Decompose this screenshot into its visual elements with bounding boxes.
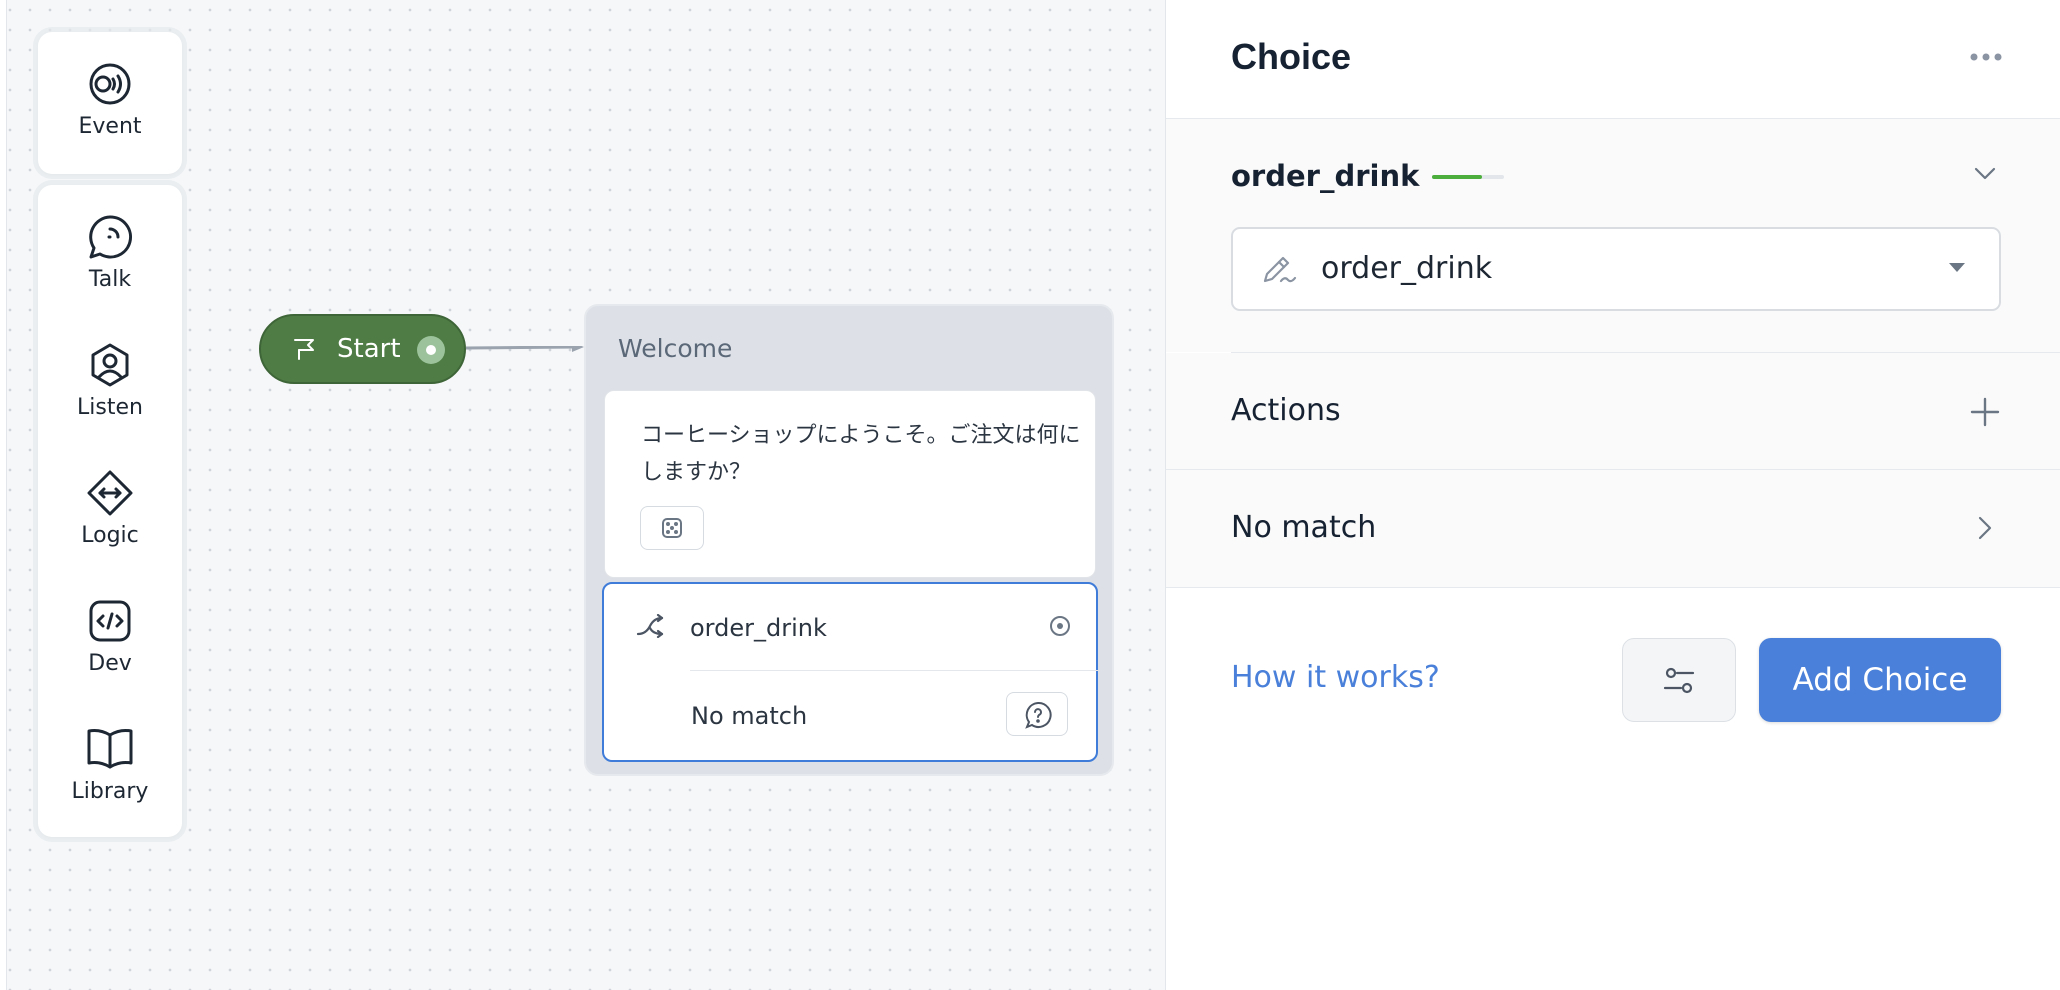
intent-section: order_drink order_drink: [1166, 119, 2060, 352]
speak-step-text: コーヒーショップにようこそ。ご注文は何にしますか？: [641, 423, 1081, 485]
choice-intent-row[interactable]: order_drink: [604, 584, 1096, 670]
chevron-down-icon[interactable]: [1974, 167, 1996, 181]
start-node[interactable]: Start: [259, 314, 466, 384]
toolbar-item-library[interactable]: Library: [38, 725, 182, 804]
choice-intent-name: order_drink: [690, 614, 827, 642]
toolbar-dev-label: Dev: [88, 651, 132, 676]
toolbar-logic-label: Logic: [81, 523, 139, 548]
toolbar-item-dev[interactable]: Dev: [38, 597, 182, 676]
panel-title: Choice: [1231, 36, 1352, 77]
shuffle-icon: [636, 614, 664, 638]
randomize-button[interactable]: [640, 506, 704, 550]
settings-button[interactable]: [1622, 638, 1736, 722]
logic-diamond-icon: [87, 470, 133, 516]
toolbar-library-label: Library: [71, 779, 149, 804]
toolbar-item-talk[interactable]: Talk: [38, 213, 182, 292]
caret-down-icon: [1949, 263, 1965, 272]
intent-select[interactable]: order_drink: [1231, 227, 2001, 311]
no-match-help-button[interactable]: [1006, 692, 1068, 736]
intent-progress-fill: [1432, 175, 1483, 179]
choice-divider: [690, 670, 1098, 671]
toolbar-main-card: Talk Listen Logic Dev Library: [38, 185, 182, 837]
block-title: Welcome: [618, 334, 733, 363]
panel-footer: How it works? Add Choice: [1166, 588, 2060, 990]
canvas-left-edge: [0, 0, 7, 990]
toolbar-item-listen[interactable]: Listen: [38, 341, 182, 420]
event-broadcast-icon: [89, 63, 131, 105]
start-output-port[interactable]: [417, 336, 445, 364]
start-node-label: Start: [337, 334, 401, 364]
plus-icon[interactable]: [1970, 397, 2000, 427]
actions-label: Actions: [1231, 393, 1341, 428]
toolbar-event-label: Event: [78, 114, 142, 139]
choice-no-match-label: No match: [691, 702, 808, 730]
intent-section-title: order_drink: [1231, 159, 1420, 193]
book-icon: [87, 729, 133, 769]
welcome-block[interactable]: Welcome コーヒーショップにようこそ。ご注文は何にしますか？ order_…: [584, 304, 1114, 776]
add-choice-button[interactable]: Add Choice: [1759, 638, 2001, 722]
choice-output-port[interactable]: [1050, 616, 1070, 636]
toolbar-event-card: Event: [38, 32, 182, 174]
more-options-icon[interactable]: [1969, 52, 2003, 62]
sliders-icon: [1663, 667, 1695, 694]
toolbar-item-event[interactable]: Event: [38, 60, 182, 139]
choice-step-card[interactable]: order_drink No match: [602, 582, 1098, 762]
code-icon: [89, 600, 131, 642]
help-bubble-icon: [1025, 701, 1052, 729]
no-match-label: No match: [1231, 510, 1377, 545]
no-match-row[interactable]: No match: [1166, 470, 2060, 588]
dice-icon: [662, 518, 682, 538]
toolbar-item-logic[interactable]: Logic: [38, 469, 182, 548]
how-it-works-link[interactable]: How it works?: [1231, 660, 1440, 695]
chevron-right-icon: [1978, 516, 1992, 540]
panel-header: Choice: [1166, 0, 2060, 119]
toolbar-talk-label: Talk: [88, 267, 132, 292]
intent-training-progress: [1432, 175, 1504, 179]
listen-user-icon: [91, 343, 129, 387]
pen-icon: [1263, 256, 1297, 283]
flag-icon: [294, 339, 314, 360]
start-connector-line: [466, 346, 584, 352]
actions-row[interactable]: Actions: [1166, 353, 2060, 470]
intent-select-value: order_drink: [1321, 251, 1493, 286]
toolbar-listen-label: Listen: [77, 395, 143, 420]
speak-step-card[interactable]: コーヒーショップにようこそ。ご注文は何にしますか？: [604, 390, 1096, 578]
chat-bubble-icon: [89, 215, 132, 259]
